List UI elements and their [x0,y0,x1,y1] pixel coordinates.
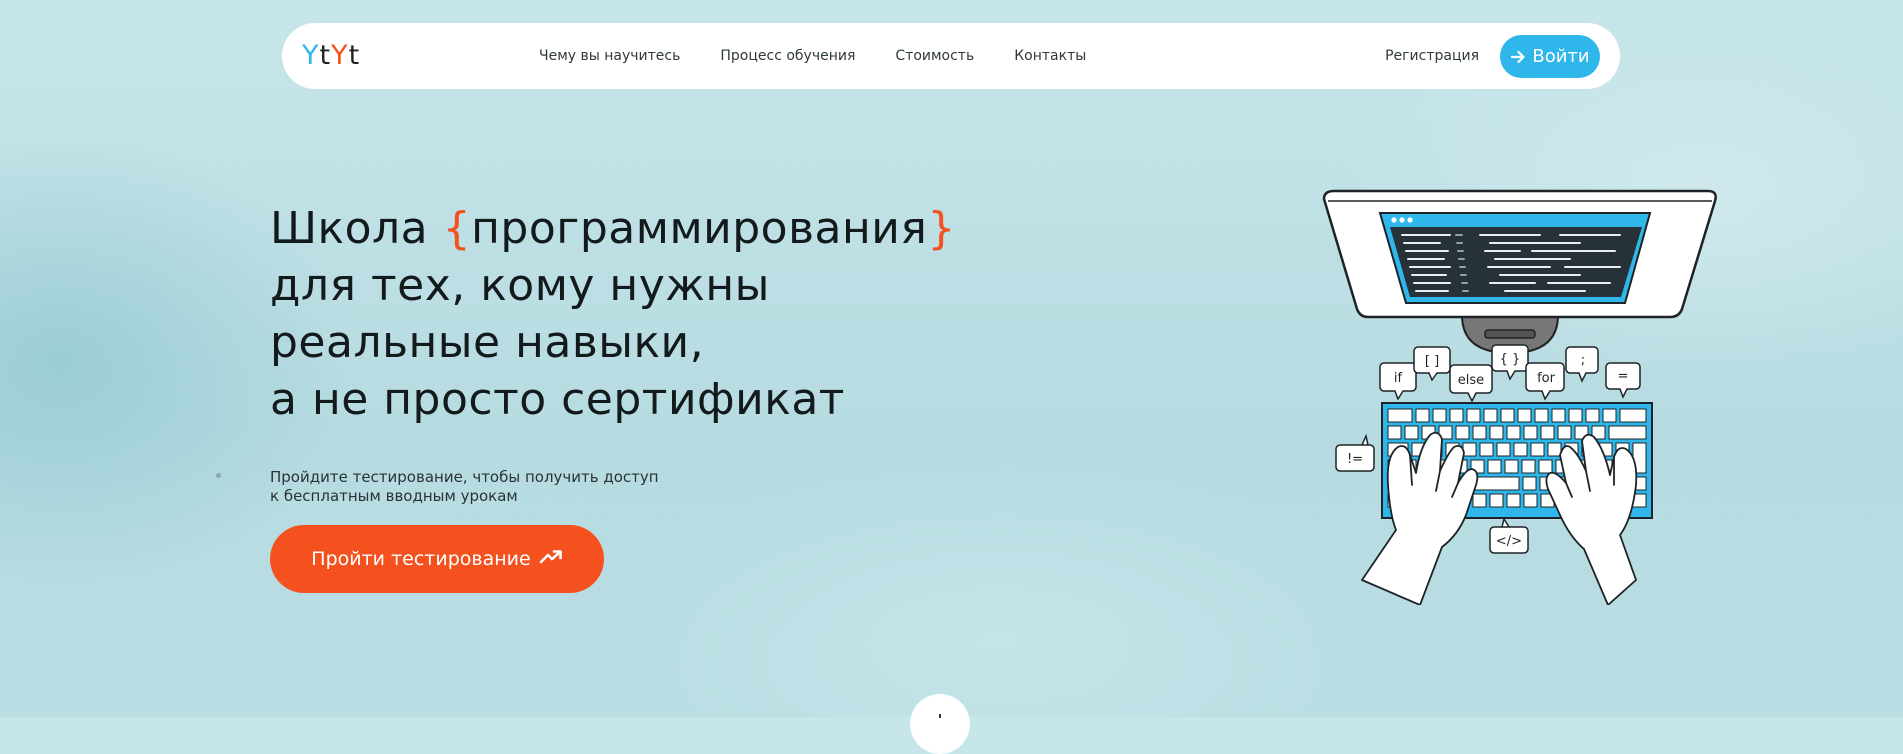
bubble-tag: </> [1496,534,1522,549]
nav-item-contacts[interactable]: Контакты [1014,48,1086,64]
logo-letter: Y [302,40,320,71]
decorative-dot [216,473,221,478]
coding-illustration: if [ ] else { } for ; = != </> [1320,185,1720,605]
bubble-semicolon: ; [1581,353,1585,368]
logo-letter: Y [331,40,349,71]
hero-title: Школа {программирования} для тех, кому н… [270,200,956,428]
brace-close: } [927,203,956,254]
hero-subtitle-line-1: Пройдите тестирование, чтобы получить до… [270,468,659,486]
logo-letter: t [348,40,361,71]
nav-item-process[interactable]: Процесс обучения [720,48,855,64]
hero-title-line-1: Школа {программирования} [270,200,956,257]
arrow-right-icon [1510,49,1526,65]
site-logo[interactable]: YtYt [302,40,360,72]
main-nav: Чему вы научитесь Процесс обучения Стоим… [539,23,1086,89]
hero-title-word: программирования [471,203,928,254]
bubble-equals: = [1618,369,1629,384]
nav-item-price[interactable]: Стоимость [895,48,974,64]
register-link[interactable]: Регистрация [1385,23,1479,89]
scroll-indicator-icon [939,714,941,718]
top-navbar: YtYt Чему вы научитесь Процесс обучения … [282,23,1620,89]
logo-letter: t [319,40,332,71]
bubble-brackets: [ ] [1425,354,1439,369]
brace-open: { [442,203,472,254]
bubble-braces: { } [1500,352,1521,367]
hero-title-prefix: Школа [270,203,443,254]
hero-title-line-3: реальные навыки, [270,317,705,368]
bubble-not-equal: != [1347,452,1363,467]
scroll-down-button[interactable] [910,694,970,754]
hero-title-line-4: а не просто сертификат [270,374,845,425]
start-test-button[interactable]: Пройти тестирование [270,525,604,593]
bubble-for: for [1537,371,1556,386]
hero-subtitle: Пройдите тестирование, чтобы получить до… [270,468,659,506]
cta-label: Пройти тестирование [311,548,531,570]
bubble-else: else [1458,373,1484,388]
login-button[interactable]: Войти [1500,35,1600,78]
hero-title-line-2: для тех, кому нужны [270,260,770,311]
nav-item-learn[interactable]: Чему вы научитесь [539,48,680,64]
login-label: Войти [1532,46,1590,67]
trending-up-icon [539,548,563,570]
hero-subtitle-line-2: к бесплатным вводным урокам [270,487,518,505]
bubble-if: if [1394,371,1403,386]
